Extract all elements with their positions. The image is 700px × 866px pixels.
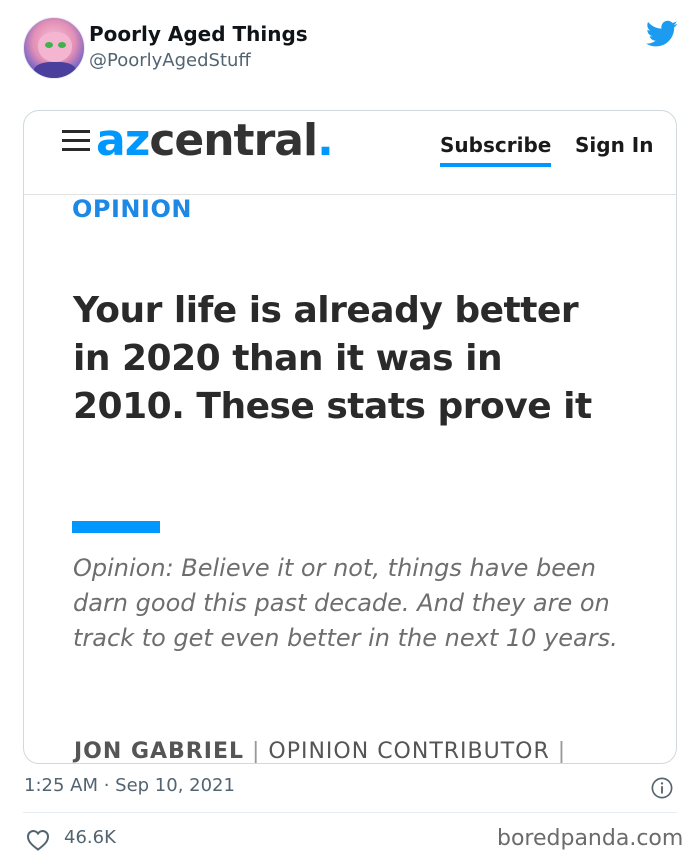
byline-trailing-separator: |	[557, 739, 567, 764]
article-headline[interactable]: Your life is already better in 2020 than…	[73, 287, 613, 431]
avatar[interactable]	[23, 17, 85, 79]
tweet-header: Poorly Aged Things @PoorlyAgedStuff	[0, 0, 700, 100]
byline-role: OPINION CONTRIBUTOR	[268, 739, 550, 764]
avatar-face	[38, 32, 72, 62]
like-count[interactable]: 46.6K	[64, 827, 116, 848]
byline-author[interactable]: JON GABRIEL	[74, 739, 244, 763]
article-card[interactable]: azcentral. Subscribe Sign In OPINION You…	[23, 110, 677, 764]
author-name[interactable]: Poorly Aged Things	[89, 22, 308, 46]
divider	[23, 812, 677, 813]
heart-icon[interactable]	[26, 829, 50, 851]
subscribe-link[interactable]: Subscribe	[440, 133, 552, 167]
sign-in-link[interactable]: Sign In	[575, 133, 653, 157]
section-label[interactable]: OPINION	[72, 195, 192, 223]
article-summary: Opinion: Believe it or not, things have …	[73, 554, 618, 652]
byline-separator: |	[251, 739, 261, 764]
site-logo[interactable]: azcentral.	[96, 115, 334, 166]
author-handle[interactable]: @PoorlyAgedStuff	[89, 50, 251, 71]
logo-prefix: az	[96, 115, 150, 166]
article-byline: JON GABRIEL | OPINION CONTRIBUTOR |	[74, 739, 574, 764]
logo-suffix: central	[149, 115, 318, 166]
headline-accent-bar	[72, 521, 160, 533]
site-header: azcentral. Subscribe Sign In	[24, 111, 676, 195]
hamburger-menu-icon[interactable]	[62, 130, 90, 152]
avatar-hood	[34, 62, 76, 78]
watermark: boredpanda.com	[497, 826, 684, 851]
logo-dot: .	[317, 115, 334, 166]
info-icon[interactable]	[651, 777, 673, 799]
avatar-eye-left	[45, 42, 53, 48]
avatar-eye-right	[58, 42, 66, 48]
twitter-bird-icon[interactable]	[646, 20, 678, 48]
tweet-timestamp[interactable]: 1:25 AM · Sep 10, 2021	[24, 775, 235, 796]
